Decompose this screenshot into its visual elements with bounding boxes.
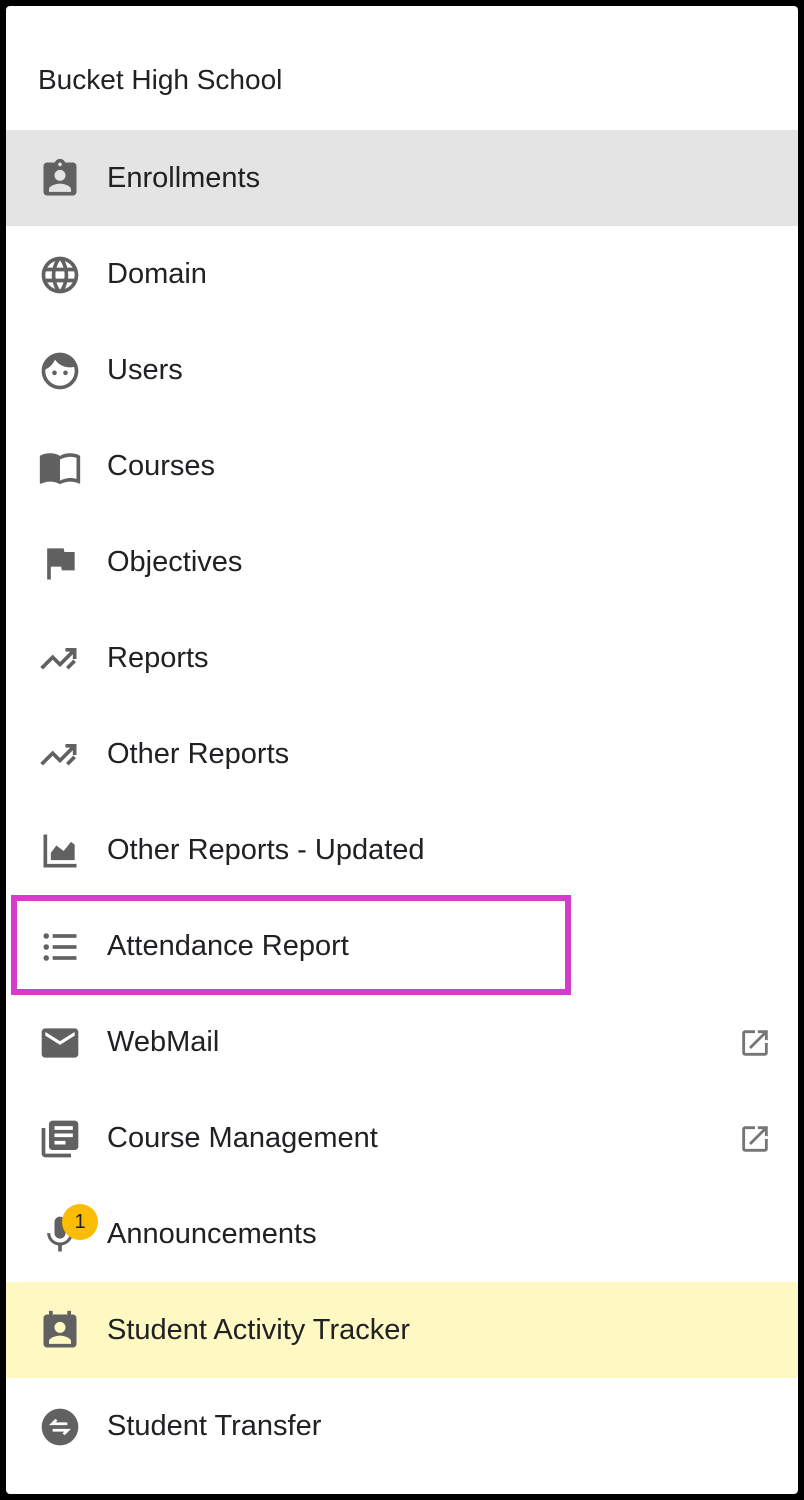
sidebar-item-label: Other Reports [107,738,290,770]
flag-icon [38,541,82,585]
sidebar-item-label: Student Activity Tracker [107,1314,411,1346]
sidebar-item-courses[interactable]: Courses [6,418,798,514]
open-in-new-icon[interactable] [738,1026,772,1060]
sidebar-item-enrollments[interactable]: Enrollments [6,130,798,226]
sidebar-item-label: Student Transfer [107,1410,322,1442]
sidebar-item-other-reports[interactable]: Other Reports [6,706,798,802]
open-in-new-icon[interactable] [738,1122,772,1156]
area-chart-icon [38,829,82,873]
list-icon [38,925,82,969]
sidebar-item-domain[interactable]: Domain [6,226,798,322]
library-icon [38,1117,82,1161]
sidebar-item-student-activity-tracker[interactable]: Student Activity Tracker [6,1282,798,1378]
sidebar-item-attendance-report[interactable]: Attendance Report [6,898,798,994]
badge-icon [38,1309,82,1353]
school-name: Bucket High School [38,64,283,95]
book-icon [38,445,82,489]
sidebar-item-objectives[interactable]: Objectives [6,514,798,610]
mail-icon [38,1021,82,1065]
sidebar-item-label: Course Management [107,1122,378,1154]
sidebar-item-label: Reports [107,642,209,674]
sidebar-item-label: Users [107,354,183,386]
sidebar-item-label: Objectives [107,546,243,578]
sidebar-nav: Enrollments Domain Users Courses Objecti… [6,130,798,1474]
swap-icon [38,1405,82,1449]
sidebar-item-announcements[interactable]: 1 Announcements [6,1186,798,1282]
sidebar-item-label: Other Reports - Updated [107,834,425,866]
sidebar-item-label: Attendance Report [107,930,349,962]
globe-icon [38,253,82,297]
sidebar-item-label: Announcements [107,1218,317,1250]
sidebar-item-label: WebMail [107,1026,220,1058]
sidebar-item-webmail[interactable]: WebMail [6,994,798,1090]
face-icon [38,349,82,393]
sidebar-item-reports[interactable]: Reports [6,610,798,706]
sidebar-item-student-transfer[interactable]: Student Transfer [6,1378,798,1474]
sidebar-item-label: Enrollments [107,162,261,194]
notification-badge: 1 [62,1204,98,1240]
sidebar-panel: Bucket High School Enrollments Domain Us… [6,6,798,1494]
sidebar-item-label: Domain [107,258,207,290]
sidebar-item-course-management[interactable]: Course Management [6,1090,798,1186]
trending-icon [38,733,82,777]
sidebar-item-label: Courses [107,450,215,482]
sidebar-item-other-reports-updated[interactable]: Other Reports - Updated [6,802,798,898]
sidebar-item-users[interactable]: Users [6,322,798,418]
trending-icon [38,637,82,681]
badge-icon [38,157,82,201]
